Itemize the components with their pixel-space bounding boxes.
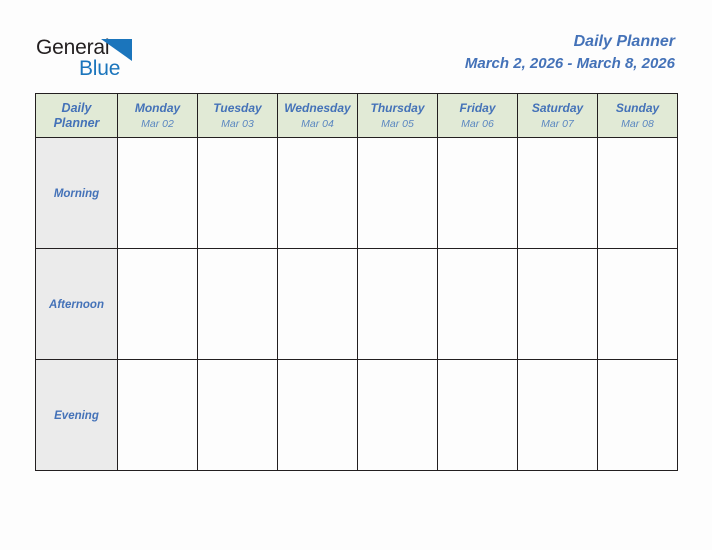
planner-header-row: Daily Planner Monday Mar 02 Tuesday Mar … [35, 93, 678, 138]
day-name-label: Friday [459, 100, 496, 115]
slot-morning-tuesday[interactable] [197, 137, 278, 249]
day-header-tuesday: Tuesday Mar 03 [197, 93, 278, 138]
planner-row-evening: Evening [35, 359, 678, 471]
slot-afternoon-friday[interactable] [437, 248, 518, 360]
brand-name-blue: Blue [79, 57, 121, 80]
slot-morning-thursday[interactable] [357, 137, 438, 249]
planner-header-row-group: Daily Planner Monday Mar 02 Tuesday Mar … [35, 93, 678, 138]
slot-evening-friday[interactable] [437, 359, 518, 471]
day-name-label: Tuesday [213, 100, 262, 115]
slot-evening-tuesday[interactable] [197, 359, 278, 471]
slot-morning-sunday[interactable] [597, 137, 678, 249]
corner-label-line1: Daily [61, 100, 92, 115]
slot-afternoon-saturday[interactable] [517, 248, 598, 360]
planner-table-container: Daily Planner Monday Mar 02 Tuesday Mar … [35, 93, 678, 471]
slot-morning-wednesday[interactable] [277, 137, 358, 249]
period-label-text: Morning [53, 188, 100, 200]
slot-morning-monday[interactable] [117, 137, 198, 249]
day-name-label: Monday [134, 100, 181, 115]
corner-label-line2: Planner [53, 115, 100, 130]
period-label-afternoon: Afternoon [35, 248, 118, 360]
planner-body: Morning Afternoon Evening [35, 137, 678, 471]
planner-table: Daily Planner Monday Mar 02 Tuesday Mar … [35, 93, 678, 471]
page-header: General Blue Daily Planner March 2, 2026… [0, 0, 712, 93]
day-header-thursday: Thursday Mar 05 [357, 93, 438, 138]
day-header-sunday: Sunday Mar 08 [597, 93, 678, 138]
day-header-wednesday: Wednesday Mar 04 [277, 93, 358, 138]
period-label-text: Afternoon [49, 299, 104, 311]
slot-evening-wednesday[interactable] [277, 359, 358, 471]
day-name-label: Wednesday [284, 100, 351, 115]
planner-row-afternoon: Afternoon [35, 248, 678, 360]
day-date-label: Mar 05 [381, 117, 414, 130]
slot-evening-monday[interactable] [117, 359, 198, 471]
slot-afternoon-thursday[interactable] [357, 248, 438, 360]
day-date-label: Mar 03 [221, 117, 254, 130]
day-header-saturday: Saturday Mar 07 [517, 93, 598, 138]
period-label-text: Evening [54, 410, 99, 422]
day-name-label: Saturday [531, 100, 584, 115]
slot-afternoon-wednesday[interactable] [277, 248, 358, 360]
day-date-label: Mar 07 [541, 117, 574, 130]
slot-morning-saturday[interactable] [517, 137, 598, 249]
planner-row-morning: Morning [35, 137, 678, 249]
planner-corner-header: Daily Planner [35, 93, 118, 138]
day-header-monday: Monday Mar 02 [117, 93, 198, 138]
slot-evening-thursday[interactable] [357, 359, 438, 471]
slot-afternoon-monday[interactable] [117, 248, 198, 360]
slot-evening-saturday[interactable] [517, 359, 598, 471]
period-label-morning: Morning [35, 137, 118, 249]
brand-logo: General Blue [36, 36, 206, 82]
slot-evening-sunday[interactable] [597, 359, 678, 471]
page-title-block: Daily Planner March 2, 2026 - March 8, 2… [465, 31, 675, 74]
day-header-friday: Friday Mar 06 [437, 93, 518, 138]
day-name-label: Sunday [615, 100, 660, 115]
slot-morning-friday[interactable] [437, 137, 518, 249]
page-date-range: March 2, 2026 - March 8, 2026 [464, 55, 675, 72]
slot-afternoon-tuesday[interactable] [197, 248, 278, 360]
day-date-label: Mar 02 [141, 117, 174, 130]
slot-afternoon-sunday[interactable] [597, 248, 678, 360]
day-date-label: Mar 06 [461, 117, 494, 130]
period-label-evening: Evening [35, 359, 118, 471]
day-date-label: Mar 08 [621, 117, 654, 130]
day-date-label: Mar 04 [301, 117, 334, 130]
page-title: Daily Planner [573, 33, 675, 50]
day-name-label: Thursday [370, 100, 425, 115]
